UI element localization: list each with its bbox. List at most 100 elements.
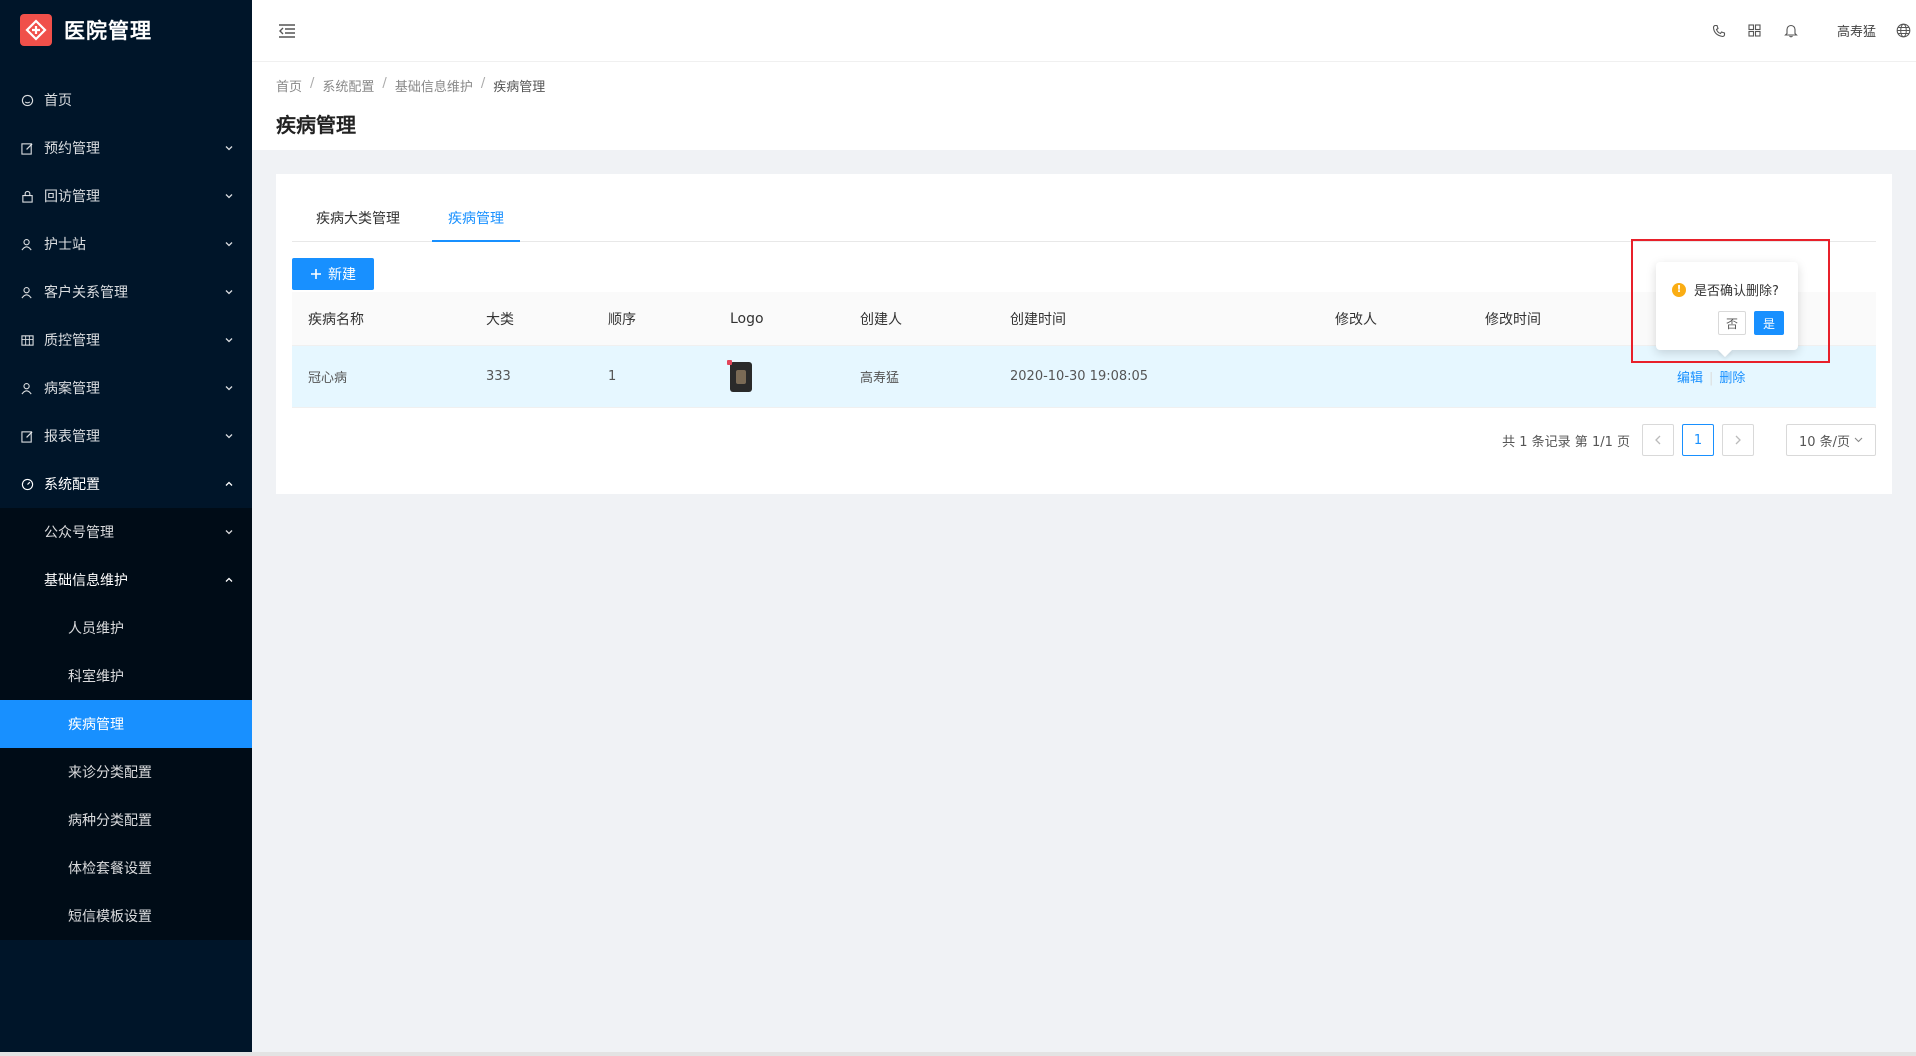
- column-header: 创建时间: [1010, 311, 1066, 328]
- chevron-down-icon: [1854, 437, 1863, 443]
- user-icon: [20, 237, 34, 251]
- confirm-button[interactable]: 是: [1754, 311, 1784, 335]
- sidebar-item-label: 基础信息维护: [44, 573, 128, 589]
- cell-created-at: 2020-10-30 19:08:05: [1010, 369, 1149, 384]
- pagination: 共 1 条记录 第 1/1 页 1 10 条/页: [300, 424, 1876, 456]
- sidebar-item-home[interactable]: 首页: [0, 76, 252, 124]
- sidebar-item-sms-template[interactable]: 短信模板设置: [0, 892, 252, 940]
- delete-link[interactable]: 删除: [1719, 371, 1745, 386]
- chevron-down-icon: [225, 434, 233, 439]
- user-icon: [20, 381, 34, 395]
- cancel-button[interactable]: 否: [1718, 311, 1746, 335]
- table-row: 冠心病 333 1 高寿猛 2020-10-30 19:08:05 编辑 | 删除: [292, 346, 1876, 408]
- chevron-down-icon: [225, 242, 233, 247]
- next-page-button[interactable]: [1722, 424, 1754, 456]
- sidebar-item-visit-category[interactable]: 来诊分类配置: [0, 748, 252, 796]
- content-card: 疾病大类管理 疾病管理 新建 疾病名称 大类 顺序 Logo 创建人 创建时间 …: [276, 174, 1892, 494]
- sidebar-item-crm[interactable]: 客户关系管理: [0, 268, 252, 316]
- sidebar-item-label: 公众号管理: [44, 525, 114, 541]
- column-header: Logo: [730, 310, 764, 327]
- cell-name: 冠心病: [308, 371, 348, 386]
- table-header: 疾病名称 大类 顺序 Logo 创建人 创建时间 修改人 修改时间: [292, 292, 1876, 346]
- sidebar-item-label: 系统配置: [44, 477, 100, 493]
- apps-grid-icon[interactable]: [1737, 0, 1773, 62]
- user-icon: [20, 285, 34, 299]
- column-header: 顺序: [608, 311, 636, 328]
- action-divider: |: [1709, 371, 1714, 386]
- column-header: 修改人: [1335, 311, 1377, 328]
- breadcrumb-item-basic-info[interactable]: 基础信息维护: [395, 76, 473, 95]
- popconfirm-message: ! 是否确认删除?: [1672, 280, 1784, 299]
- dashboard-icon: [20, 477, 34, 491]
- warning-icon: !: [1672, 282, 1686, 297]
- sidebar-menu: 首页 预约管理 回访管理 护士站 客户关系管理 质控管理 病案管理 报表管理 系…: [0, 76, 252, 940]
- window-bottom-edge: [0, 1052, 1916, 1056]
- pagination-summary: 共 1 条记录 第 1/1 页: [1502, 434, 1630, 450]
- prev-page-button[interactable]: [1642, 424, 1674, 456]
- sidebar-item-label: 首页: [44, 93, 72, 109]
- page-title: 疾病管理: [276, 113, 356, 137]
- popconfirm-text: 是否确认删除?: [1694, 284, 1779, 299]
- logo: 医院管理: [0, 0, 252, 60]
- sidebar-item-label: 来诊分类配置: [68, 765, 152, 781]
- sidebar-item-staff[interactable]: 人员维护: [0, 604, 252, 652]
- globe-icon[interactable]: [1890, 0, 1916, 62]
- breadcrumb-separator: /: [382, 76, 387, 91]
- user-name[interactable]: 高寿猛: [1837, 21, 1876, 40]
- breadcrumb-item-home[interactable]: 首页: [276, 76, 302, 95]
- sidebar-item-departments[interactable]: 科室维护: [0, 652, 252, 700]
- disease-table: 疾病名称 大类 顺序 Logo 创建人 创建时间 修改人 修改时间 冠心病 33…: [292, 292, 1876, 408]
- disease-logo-image[interactable]: [727, 359, 752, 392]
- hospital-logo-icon: [20, 14, 52, 46]
- popconfirm-buttons: 否 是: [1672, 311, 1784, 335]
- header-actions: 高寿猛: [1701, 0, 1916, 61]
- sidebar-item-label: 护士站: [44, 237, 86, 253]
- tab-disease-category[interactable]: 疾病大类管理: [300, 195, 416, 241]
- bell-icon[interactable]: [1773, 0, 1809, 62]
- breadcrumb-separator: /: [480, 76, 486, 91]
- edit-link[interactable]: 编辑: [1677, 371, 1703, 386]
- sidebar-item-label: 科室维护: [68, 669, 124, 685]
- sidebar-item-basic-info[interactable]: 基础信息维护: [0, 556, 252, 604]
- page-size-select[interactable]: 10 条/页: [1786, 424, 1876, 456]
- breadcrumb: 首页 / 系统配置 / 基础信息维护 / 疾病管理: [276, 76, 1892, 95]
- sidebar-item-label: 回访管理: [44, 189, 100, 205]
- sidebar-item-system-config[interactable]: 系统配置: [0, 460, 252, 508]
- chevron-up-icon: [225, 481, 233, 486]
- sidebar-item-label: 预约管理: [44, 141, 100, 157]
- sidebar-item-disease-management[interactable]: 疾病管理: [0, 700, 252, 748]
- plus-icon: [311, 269, 321, 279]
- new-button[interactable]: 新建: [292, 258, 374, 290]
- column-header: 大类: [486, 311, 514, 328]
- sidebar-item-label: 人员维护: [68, 621, 124, 637]
- edit-icon: [20, 141, 34, 155]
- sidebar-item-nurse-station[interactable]: 护士站: [0, 220, 252, 268]
- sidebar-item-label: 病种分类配置: [68, 813, 152, 829]
- sidebar-item-public-account[interactable]: 公众号管理: [0, 508, 252, 556]
- sidebar-item-disease-category[interactable]: 病种分类配置: [0, 796, 252, 844]
- system-config-submenu: 公众号管理 基础信息维护 人员维护 科室维护 疾病管理 来诊分类配置 病种分类配…: [0, 508, 252, 940]
- column-header: 创建人: [860, 311, 902, 328]
- lock-icon: [20, 189, 34, 203]
- cell-actions: 编辑 | 删除: [1649, 367, 1876, 386]
- cell-creator: 高寿猛: [860, 371, 900, 386]
- tabs: 疾病大类管理 疾病管理: [292, 174, 1876, 242]
- phone-icon[interactable]: [1701, 0, 1737, 62]
- tab-disease-management[interactable]: 疾病管理: [432, 195, 520, 242]
- chevron-down-icon: [225, 146, 233, 151]
- app-title: 医院管理: [64, 19, 152, 43]
- sidebar-item-medical-records[interactable]: 病案管理: [0, 364, 252, 412]
- sidebar-item-appointment[interactable]: 预约管理: [0, 124, 252, 172]
- breadcrumb-item-current: 疾病管理: [493, 80, 546, 95]
- new-button-label: 新建: [328, 267, 356, 283]
- breadcrumb-item-system-config[interactable]: 系统配置: [322, 76, 374, 95]
- chevron-down-icon: [225, 386, 233, 391]
- sidebar-item-reports[interactable]: 报表管理: [0, 412, 252, 460]
- menu-fold-icon[interactable]: [276, 20, 298, 42]
- sidebar-item-quality-control[interactable]: 质控管理: [0, 316, 252, 364]
- sidebar-item-checkup-package[interactable]: 体检套餐设置: [0, 844, 252, 892]
- page-number-button[interactable]: 1: [1682, 424, 1714, 456]
- sidebar: 医院管理 首页 预约管理 回访管理 护士站 客户关系管理 质控管理 病案管理 报…: [0, 0, 252, 1056]
- breadcrumb-separator: /: [310, 76, 315, 91]
- sidebar-item-followup[interactable]: 回访管理: [0, 172, 252, 220]
